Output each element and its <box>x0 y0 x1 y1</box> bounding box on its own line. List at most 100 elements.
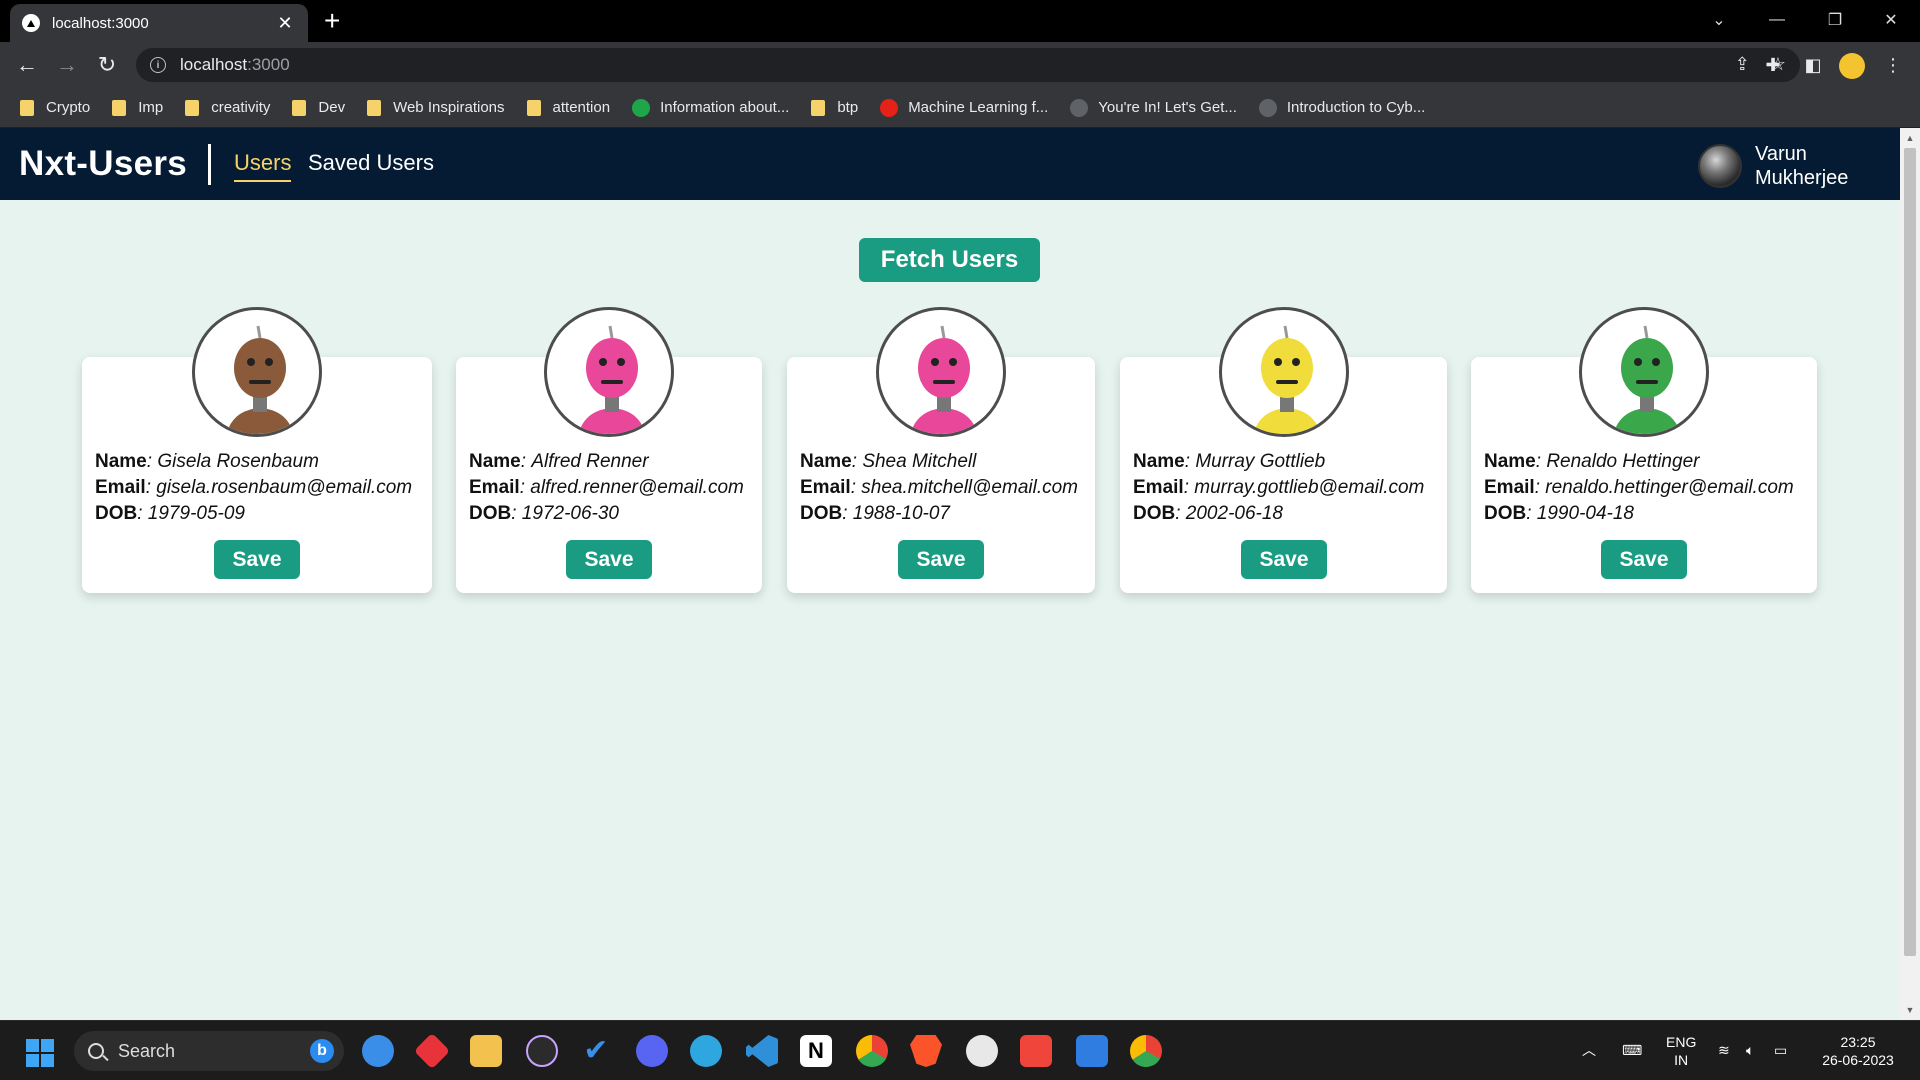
page-scrollbar[interactable]: ▲ ▼ <box>1900 128 1920 1020</box>
calendar-icon[interactable] <box>1076 1035 1108 1067</box>
save-button[interactable]: Save <box>214 540 300 579</box>
notion-icon[interactable]: N <box>800 1035 832 1067</box>
save-button[interactable]: Save <box>1601 540 1687 579</box>
robot-eye <box>1274 358 1282 366</box>
scroll-up-icon[interactable]: ▲ <box>1904 132 1916 144</box>
app-red-icon[interactable] <box>413 1032 451 1070</box>
keyboard-icon[interactable]: ⌨ <box>1622 1041 1642 1059</box>
save-button[interactable]: Save <box>898 540 984 579</box>
forward-icon[interactable]: → <box>52 50 82 80</box>
robot-mouth <box>933 380 955 384</box>
separator: : <box>137 503 143 524</box>
user-email-value: renaldo.hettinger@email.com <box>1545 477 1794 498</box>
new-tab-button[interactable]: + <box>324 5 340 37</box>
dob-label: DOB <box>95 503 138 524</box>
close-window-icon[interactable]: ✕ <box>1862 0 1920 40</box>
email-label: Email <box>95 477 146 498</box>
bookmark-item[interactable]: Machine Learning f... <box>880 98 1049 117</box>
dob-label: DOB <box>800 503 843 524</box>
language-indicator[interactable]: ENG IN <box>1666 1033 1696 1069</box>
scroll-thumb[interactable] <box>1904 148 1916 956</box>
browser-tab[interactable]: localhost:3000 ✕ <box>10 4 308 42</box>
fetch-users-button[interactable]: Fetch Users <box>859 238 1040 282</box>
separator: : <box>520 451 527 472</box>
user-email-row: Email: renaldo.hettinger@email.com <box>1484 475 1794 501</box>
user-dob-value: 1990-04-18 <box>1536 503 1634 524</box>
vscode-icon[interactable] <box>746 1035 778 1067</box>
bookmark-label: btp <box>837 99 859 116</box>
profile-avatar[interactable] <box>1839 53 1865 79</box>
user-name-row: Name: Renaldo Hettinger <box>1484 449 1794 475</box>
taskbar-search[interactable]: Search b <box>74 1031 344 1071</box>
calendar-check-icon[interactable] <box>1020 1035 1052 1067</box>
user-email-row: Email: gisela.rosenbaum@email.com <box>95 475 412 501</box>
back-icon[interactable]: ← <box>12 50 42 80</box>
tray-overflow-icon[interactable]: ︿ <box>1582 1041 1596 1059</box>
bookmark-item[interactable]: attention <box>526 99 610 116</box>
nav-link-users[interactable]: Users <box>234 150 292 182</box>
bookmark-item[interactable]: Introduction to Cyb... <box>1258 98 1425 117</box>
user-name-value: Shea Mitchell <box>862 451 977 472</box>
menu-kebab-icon[interactable]: ⋮ <box>1880 52 1906 78</box>
chrome-icon[interactable] <box>856 1035 888 1067</box>
name-label: Name <box>800 451 852 472</box>
robot-body <box>226 408 294 434</box>
windows-start-icon[interactable] <box>26 1039 54 1067</box>
site-info-icon[interactable]: i <box>150 57 166 73</box>
chrome-canary-icon[interactable] <box>1130 1035 1162 1067</box>
brave-icon[interactable] <box>910 1035 942 1067</box>
address-bar[interactable]: i localhost:3000 ⇪ ☆ <box>136 48 1800 82</box>
restore-icon[interactable]: ❐ <box>1806 0 1864 40</box>
bookmark-item[interactable]: creativity <box>185 99 270 116</box>
clock-icon[interactable] <box>966 1035 998 1067</box>
robot-eye <box>931 358 939 366</box>
file-explorer-icon[interactable] <box>470 1035 502 1067</box>
tab-title: localhost:3000 <box>52 14 149 32</box>
side-panel-icon[interactable]: ◧ <box>1800 52 1826 78</box>
robot-avatar <box>1219 307 1349 437</box>
bookmark-label: Web Inspirations <box>393 99 505 116</box>
discord-icon[interactable] <box>636 1035 668 1067</box>
bookmark-item[interactable]: Web Inspirations <box>367 99 505 116</box>
robot-eye <box>617 358 625 366</box>
robot-avatar-icon <box>1613 325 1681 434</box>
bookmark-label: Information about... <box>660 99 790 116</box>
bookmark-item[interactable]: Information about... <box>632 98 790 117</box>
telegram-icon[interactable] <box>690 1035 722 1067</box>
nav-link-saved-users[interactable]: Saved Users <box>308 150 434 180</box>
separator: : <box>1535 451 1542 472</box>
reload-icon[interactable]: ↻ <box>92 50 122 80</box>
minimize-icon[interactable]: — <box>1748 0 1806 40</box>
folder-icon <box>292 99 307 116</box>
bookmark-item[interactable]: You're In! Let's Get... <box>1070 98 1237 117</box>
bookmark-item[interactable]: btp <box>811 99 858 116</box>
robot-body <box>578 408 646 434</box>
robot-avatar <box>1579 307 1709 437</box>
wifi-icon[interactable]: ≋ <box>1718 1041 1730 1059</box>
app-logo[interactable]: Nxt-Users <box>19 144 187 184</box>
bookmark-label: Machine Learning f... <box>908 99 1049 116</box>
windows-taskbar: Search b ✔ N ︿ ⌨ ENG IN ≋ 🔈︎ ▭ 23:25 26-… <box>0 1020 1920 1080</box>
bing-icon[interactable]: b <box>310 1039 334 1063</box>
scroll-down-icon[interactable]: ▼ <box>1904 1004 1916 1016</box>
robot-head <box>234 338 286 398</box>
volume-icon[interactable]: 🔈︎ <box>1746 1041 1754 1059</box>
clock-datetime[interactable]: 23:25 26-06-2023 <box>1818 1033 1898 1069</box>
save-button[interactable]: Save <box>566 540 652 579</box>
save-button[interactable]: Save <box>1241 540 1327 579</box>
user-name-value: Alfred Renner <box>531 451 649 472</box>
share-icon[interactable]: ⇪ <box>1735 54 1750 75</box>
tab-close-icon[interactable]: ✕ <box>274 13 296 34</box>
separator: : <box>519 477 525 498</box>
battery-icon[interactable]: ▭ <box>1774 1041 1787 1059</box>
media-player-icon[interactable] <box>526 1035 558 1067</box>
tab-search-icon[interactable]: ⌄ <box>1690 0 1748 40</box>
user-profile[interactable]: Varun Mukherjee <box>1698 142 1865 190</box>
bookmark-item[interactable]: Imp <box>112 99 163 116</box>
todo-icon[interactable]: ✔ <box>580 1035 612 1067</box>
extensions-icon[interactable]: ✚ <box>1760 52 1786 78</box>
bookmark-item[interactable]: Crypto <box>20 99 90 116</box>
bookmark-item[interactable]: Dev <box>292 99 345 116</box>
copilot-icon[interactable] <box>362 1035 394 1067</box>
separator: : <box>1184 451 1191 472</box>
